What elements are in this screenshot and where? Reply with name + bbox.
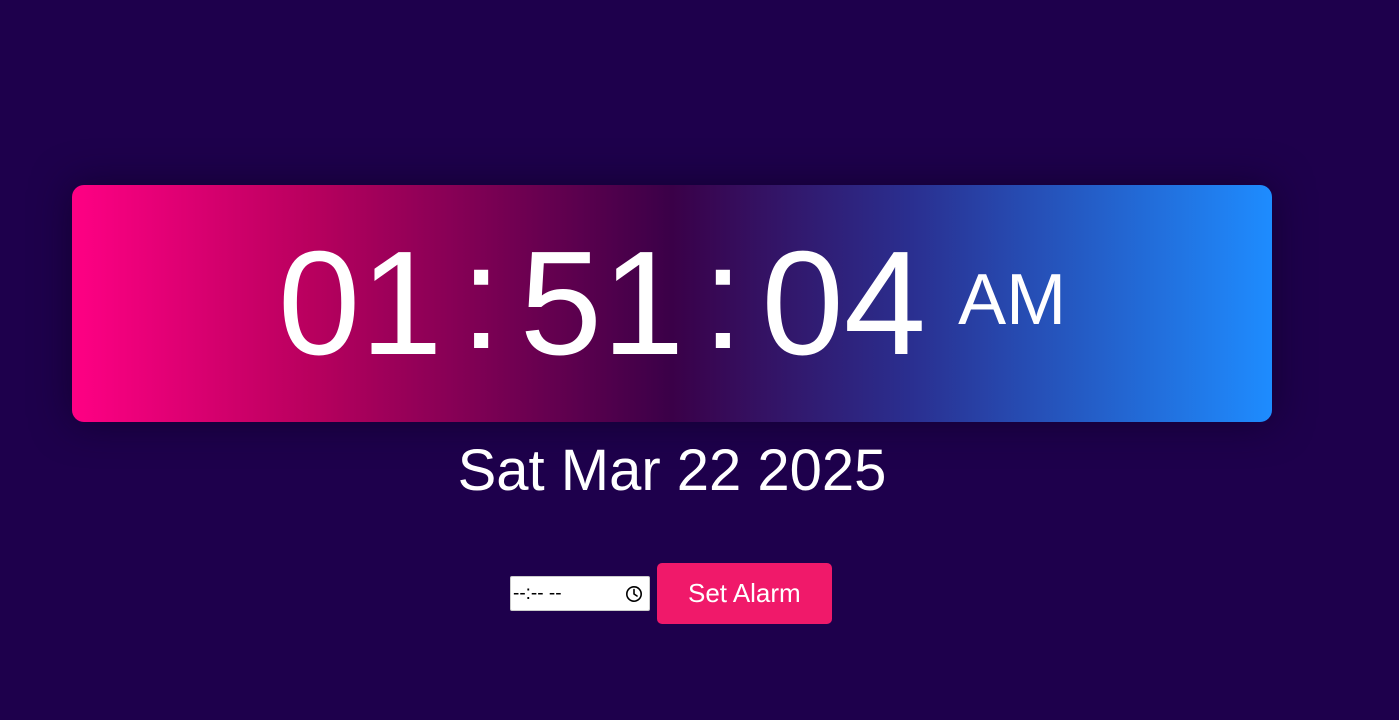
date-display: Sat Mar 22 2025 [457,438,887,503]
time-minutes: 51 [519,220,685,386]
time-display: 01 : 51 : 04 AM [72,185,1272,422]
clock-display-card: 01 : 51 : 04 AM [72,185,1272,422]
time-hours: 01 [277,220,443,386]
alarm-time-placeholder: --:-- -- [513,582,562,604]
time-seconds: 04 [761,220,927,386]
clock-icon[interactable] [625,585,643,603]
time-ampm: AM [958,259,1067,340]
time-separator: : [460,214,502,380]
alarm-controls: --:-- -- Set Alarm [510,563,832,624]
set-alarm-button[interactable]: Set Alarm [657,563,832,624]
time-separator: : [702,214,744,380]
alarm-time-input[interactable]: --:-- -- [510,576,650,611]
